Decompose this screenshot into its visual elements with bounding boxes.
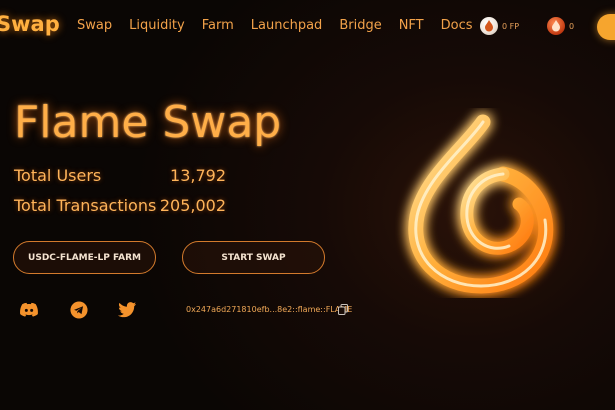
top-navbar: Swap Swap Liquidity Farm Launchpad Bridg…	[0, 0, 615, 54]
flame-logo-icon	[408, 114, 554, 294]
nav-link-nft[interactable]: NFT	[399, 18, 424, 33]
nav-link-swap[interactable]: Swap	[77, 18, 112, 33]
contract-address: 0x247a6d271810efb...8e2::flame::FLAME	[186, 305, 353, 314]
telegram-icon[interactable]	[68, 300, 90, 320]
stat-label: Total Users	[14, 166, 102, 185]
connect-wallet-button[interactable]	[597, 14, 615, 40]
nav-link-docs[interactable]: Docs	[441, 18, 473, 33]
flame-balance[interactable]: 0	[547, 17, 574, 35]
page-title: Flame Swap	[14, 97, 282, 148]
nav-links: Swap Liquidity Farm Launchpad Bridge NFT…	[77, 18, 490, 33]
flame-balance-text: 0	[569, 21, 575, 31]
stat-value: 205,002	[159, 196, 226, 215]
brand-logo[interactable]: Swap	[0, 12, 60, 36]
stat-value: 13,792	[170, 166, 226, 185]
discord-icon[interactable]	[18, 300, 40, 320]
fp-token-icon	[480, 17, 498, 35]
fp-balance[interactable]: 0 FP	[480, 17, 519, 35]
farm-button[interactable]: USDC-FLAME-LP FARM	[13, 241, 156, 274]
nav-link-farm[interactable]: Farm	[202, 18, 234, 33]
twitter-icon[interactable]	[116, 300, 138, 320]
copy-icon[interactable]	[338, 304, 348, 315]
start-swap-button[interactable]: START SWAP	[182, 241, 325, 274]
stat-label: Total Transactions	[14, 196, 157, 215]
nav-link-bridge[interactable]: Bridge	[339, 18, 381, 33]
nav-link-liquidity[interactable]: Liquidity	[129, 18, 185, 33]
flame-token-icon	[547, 17, 565, 35]
fp-balance-text: 0 FP	[502, 21, 520, 31]
nav-link-launchpad[interactable]: Launchpad	[251, 18, 323, 33]
